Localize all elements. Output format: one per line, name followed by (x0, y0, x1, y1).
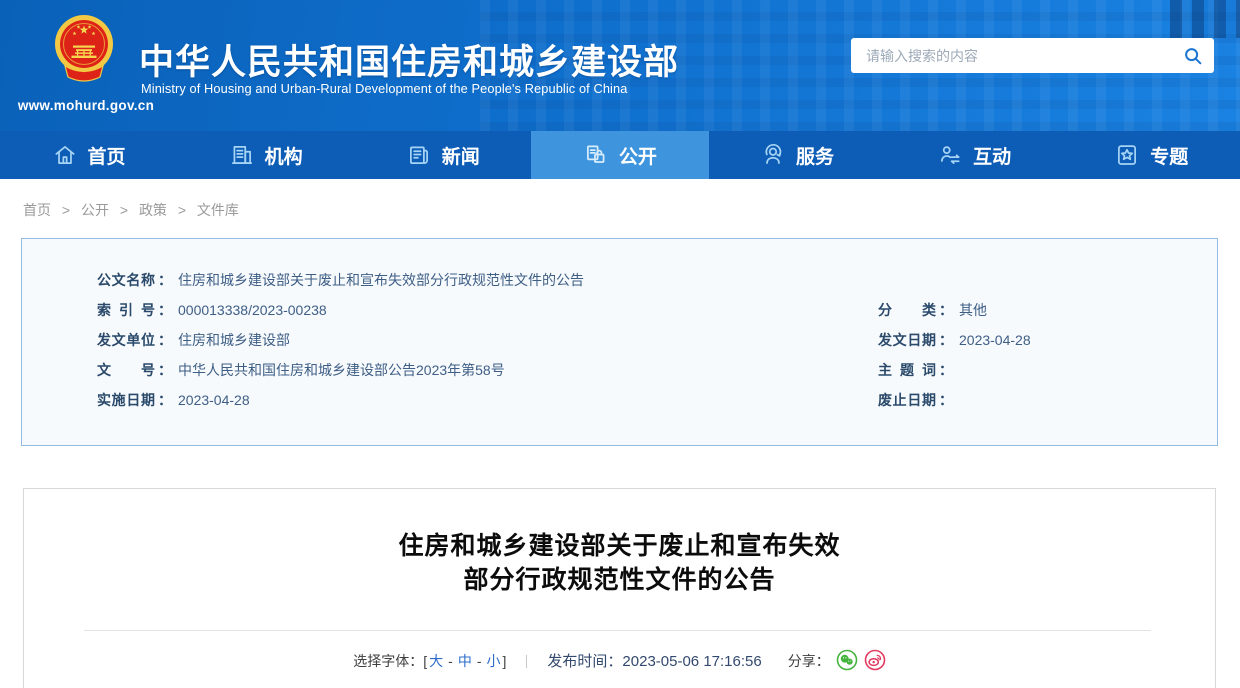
newspaper-icon (409, 146, 428, 164)
publish-time-label: 发布时间： (547, 653, 623, 670)
search-button[interactable] (1182, 45, 1204, 67)
bracket-open: [ (423, 653, 428, 669)
nav-item-org[interactable]: 机构 (177, 131, 354, 179)
nav-item-news[interactable]: 新闻 (354, 131, 531, 179)
font-size-small-link[interactable]: 小 (487, 653, 501, 669)
nav-item-open-gov[interactable]: 公开 (531, 131, 709, 179)
nav-item-interact[interactable]: 互动 (886, 131, 1063, 179)
building-photo-corner (1170, 0, 1240, 38)
breadcrumb-separator: > (177, 202, 187, 218)
meta-row-index-number: 索引号： 000013338/2023-00238 (97, 302, 327, 318)
site-title-chinese: 中华人民共和国住房和城乡建设部 (139, 43, 680, 82)
star-box-icon (1118, 145, 1137, 165)
site-header: www.mohurd.gov.cn 中华人民共和国住房和城乡建设部 Minist… (0, 0, 1240, 131)
search-input[interactable] (851, 38, 1176, 73)
search-icon (1185, 48, 1202, 65)
toolbar-divider (526, 655, 528, 668)
breadcrumb-separator: > (119, 202, 129, 218)
nav-item-topics[interactable]: 专题 (1063, 131, 1240, 179)
nav-label: 互动 (973, 146, 1012, 168)
font-size-large-link[interactable]: 大 (429, 653, 443, 669)
site-url: www.mohurd.gov.cn (17, 98, 155, 113)
bracket-close: ] (502, 653, 507, 669)
meta-row-doc-number: 文号：中华人民共和国住房和城乡建设部公告2023年第58号 (97, 362, 505, 378)
documents-lock-icon (586, 145, 605, 163)
document-meta-card: 公文名称：住房和城乡建设部关于废止和宣布失效部分行政规范性文件的公告 索引号： 0… (21, 238, 1218, 446)
interaction-arrows-icon (941, 146, 960, 164)
meta-row-category: 分类：其他 (878, 302, 987, 318)
breadcrumb-home[interactable]: 首页 (23, 202, 51, 218)
mohurd-page: www.mohurd.gov.cn 中华人民共和国住房和城乡建设部 Minist… (0, 0, 1240, 688)
article-card: 住房和城乡建设部关于废止和宣布失效 部分行政规范性文件的公告 选择字体：[大 - 中… (23, 488, 1216, 688)
nav-label: 服务 (796, 146, 835, 168)
nav-label: 机构 (264, 146, 303, 168)
font-size-medium-link[interactable]: 中 (458, 653, 472, 669)
share-label: 分享： (787, 653, 830, 669)
breadcrumb-current: 文件库 (196, 202, 239, 218)
meta-row-subject-words: 主题词： (878, 362, 953, 378)
site-title-english: Ministry of Housing and Urban-Rural Deve… (141, 81, 628, 96)
search-box (851, 38, 1214, 73)
nav-item-services[interactable]: 服务 (709, 131, 886, 179)
nav-item-home[interactable]: 首页 (0, 131, 177, 179)
font-size-label: 选择字体： (353, 653, 424, 669)
article-toolbar: 选择字体：[大 - 中 - 小] 发布时间：2023-05-06 17:16:56 分享： (24, 646, 1215, 676)
meta-right-column: 分类：其他 发文日期： 2023-04-28 主题词： 废止日期： (878, 295, 1031, 415)
meta-left-column: 公文名称：住房和城乡建设部关于废止和宣布失效部分行政规范性文件的公告 索引号： 0… (97, 265, 584, 415)
service-person-icon (765, 143, 782, 164)
meta-row-implement-date: 实施日期： 2023-04-28 (97, 392, 250, 408)
building-icon (231, 146, 252, 164)
breadcrumb-policy[interactable]: 政策 (139, 202, 167, 218)
meta-row-repeal-date: 废止日期： (878, 392, 953, 408)
home-icon (55, 146, 75, 164)
main-nav: 首页 机构 新闻 公开 服务 互动 专题 (0, 131, 1240, 179)
national-emblem-icon (55, 15, 113, 82)
nav-label: 首页 (87, 146, 126, 168)
article-title-line2: 部分行政规范性文件的公告 (463, 566, 776, 594)
nav-label: 专题 (1150, 146, 1189, 168)
breadcrumb: 首页 > 公开 > 政策 > 文件库 (23, 200, 239, 220)
breadcrumb-open-gov[interactable]: 公开 (81, 202, 109, 218)
meta-row-issue-date: 发文日期： 2023-04-28 (878, 332, 1031, 348)
article-title: 住房和城乡建设部关于废止和宣布失效 部分行政规范性文件的公告 (24, 529, 1215, 597)
nav-label: 公开 (618, 146, 657, 168)
publish-time-value: 2023-05-06 17:16:56 (622, 653, 762, 670)
breadcrumb-separator: > (61, 202, 71, 218)
meta-row-doc-name: 公文名称：住房和城乡建设部关于废止和宣布失效部分行政规范性文件的公告 (97, 272, 584, 288)
meta-row-issuing-unit: 发文单位：住房和城乡建设部 (97, 332, 290, 348)
article-title-line1: 住房和城乡建设部关于废止和宣布失效 (398, 532, 841, 560)
weibo-share-icon[interactable] (864, 649, 886, 671)
title-divider (84, 630, 1151, 631)
nav-label: 新闻 (441, 146, 480, 168)
wechat-share-icon[interactable] (836, 649, 858, 671)
